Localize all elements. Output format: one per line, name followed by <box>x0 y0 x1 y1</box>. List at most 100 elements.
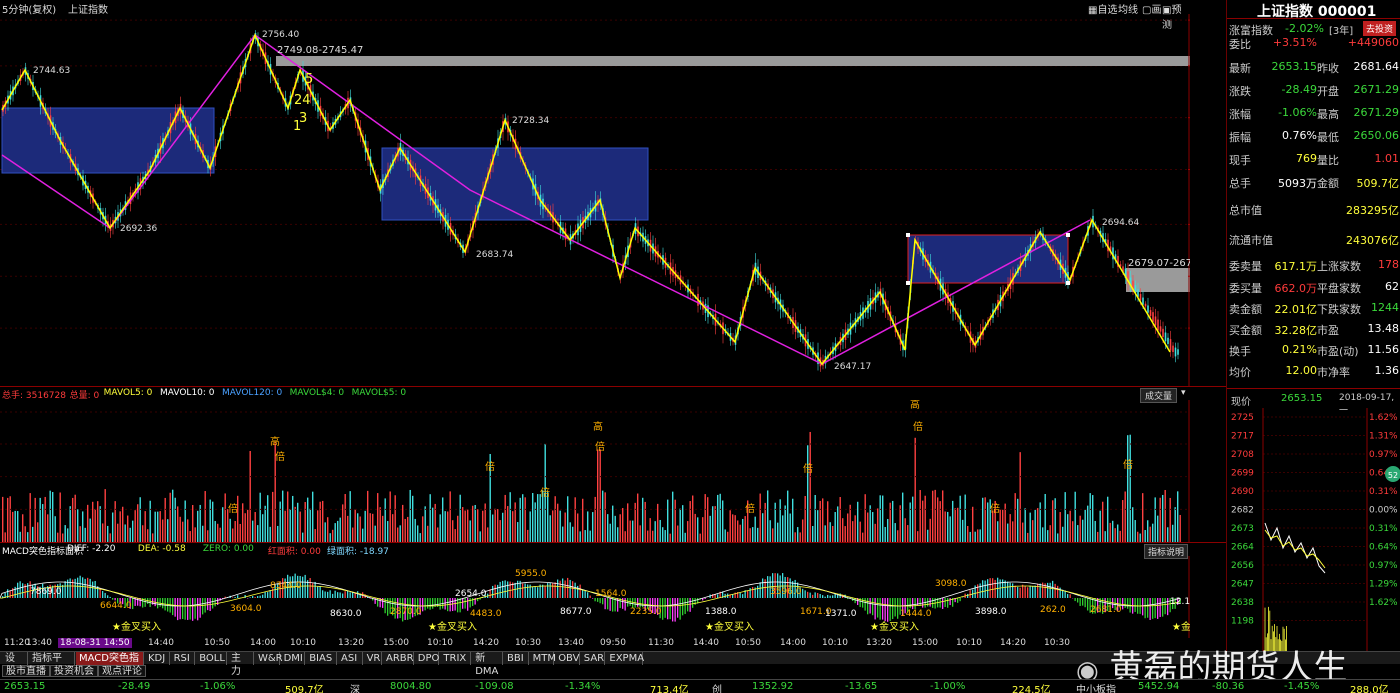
macd-chart[interactable]: 9.100.11 7869.06644.03604.08630.08344.02… <box>0 556 1190 638</box>
macd-bar <box>752 587 754 598</box>
macd-bar <box>817 592 819 598</box>
quote-row: 卖金额 22.01亿 下跌家数 1244 <box>1229 301 1400 319</box>
macd-bar <box>262 594 264 598</box>
tab-14[interactable]: DPO <box>415 652 439 665</box>
range-label-2: 2679.07-267 <box>1128 258 1190 269</box>
volume-bar <box>432 507 434 542</box>
volume-bar <box>494 508 496 542</box>
time-tick-label: 09:50 <box>600 638 626 648</box>
golden-cross-label: ★金叉买入 <box>428 620 477 633</box>
quote-value-2: 1.01 <box>1374 152 1400 165</box>
bottom-link[interactable]: 观点评论 <box>98 665 146 677</box>
tab-20[interactable]: SAR <box>581 652 606 665</box>
candle-body <box>1144 303 1147 307</box>
macd-bar <box>432 598 434 609</box>
tab-16[interactable]: 新DMA <box>472 652 503 677</box>
volume-legend-item: MAVOL120: 0 <box>222 388 283 398</box>
volume-bar <box>907 525 909 542</box>
tab-5[interactable]: RSI <box>171 652 196 665</box>
quote-value: 5093万 <box>1278 177 1317 190</box>
volume-tag: 倍 <box>540 486 550 499</box>
tab-4[interactable]: KDJ <box>145 652 170 665</box>
volume-bar <box>844 526 846 542</box>
volume-bar <box>427 525 429 542</box>
macd-bar <box>1067 593 1069 598</box>
volume-bar <box>992 510 994 542</box>
tab-13[interactable]: ARBR <box>383 652 414 665</box>
tab-17[interactable]: BBI <box>504 652 529 665</box>
tab-8[interactable]: W&R <box>255 652 283 665</box>
volume-bar <box>1017 498 1019 542</box>
volume-bar <box>584 530 586 542</box>
volume-bar <box>587 511 589 542</box>
price-chart[interactable]: 27602745272827112693267626592760 2749.08… <box>0 14 1190 386</box>
time-tick-label: 11:30 <box>648 638 674 648</box>
volume-bar <box>409 489 411 542</box>
tab-2[interactable]: 指标平台 <box>29 652 75 677</box>
tab-12[interactable]: VR <box>364 652 382 665</box>
macd-bar <box>674 598 676 622</box>
volume-bar <box>1027 532 1029 542</box>
macd-bar <box>499 581 501 598</box>
macd-bar <box>967 593 969 598</box>
volume-bar <box>1054 498 1056 542</box>
volume-bar <box>157 511 159 542</box>
volume-bar <box>809 431 811 542</box>
candle-body <box>1159 326 1162 332</box>
volume-bar <box>314 529 316 542</box>
tab-21[interactable]: EXPMA <box>606 652 644 665</box>
macd-bar <box>249 597 251 598</box>
volume-bar <box>334 523 336 542</box>
volume-bar <box>807 445 809 542</box>
macd-bar <box>162 598 164 609</box>
tab-19[interactable]: OBV <box>555 652 580 665</box>
bottom-link[interactable]: 投资机会 <box>50 665 98 677</box>
volume-bar <box>487 527 489 542</box>
tab-15[interactable]: TRIX <box>440 652 472 665</box>
invest-button[interactable]: 去投资 <box>1363 21 1397 36</box>
volume-bar <box>202 525 204 542</box>
macd-bar <box>92 581 94 598</box>
tab-3[interactable]: MACD突色指标面积 <box>76 652 144 677</box>
macd-bar <box>527 584 529 598</box>
volume-bar <box>662 527 664 542</box>
volume-tag: 倍 <box>228 502 238 515</box>
macd-bar <box>909 598 911 609</box>
volume-bar <box>657 503 659 542</box>
volume-bar <box>767 490 769 542</box>
time-tick-label: 14:00 <box>780 638 806 648</box>
macd-bar <box>424 598 426 611</box>
bottom-link[interactable]: 股市直播 <box>2 665 50 677</box>
tab-11[interactable]: ASI <box>338 652 363 665</box>
tab-9[interactable]: DMI <box>281 652 306 665</box>
macd-bar <box>689 598 691 612</box>
volume-bar <box>692 495 694 542</box>
volume-chart[interactable]: 1108835557278 高倍倍倍倍高倍倍倍高倍倍倍 <box>0 400 1190 542</box>
volume-bar <box>624 531 626 542</box>
chevron-down-icon[interactable]: ▾ <box>1181 388 1186 398</box>
tab-1[interactable]: 设置 <box>2 652 28 677</box>
volume-bar <box>709 515 711 542</box>
volume-bar <box>614 515 616 542</box>
volume-bar <box>159 511 161 542</box>
volume-bar <box>1107 496 1109 542</box>
tab-10[interactable]: BIAS <box>306 652 337 665</box>
macd-bar <box>254 596 256 598</box>
macd-bar <box>542 584 544 598</box>
tab-18[interactable]: MTM <box>530 652 556 665</box>
macd-bar <box>604 598 606 610</box>
volume-bar <box>577 513 579 542</box>
macd-bar <box>579 584 581 598</box>
volume-bar <box>304 502 306 542</box>
volume-bar <box>629 520 631 542</box>
volume-bar <box>1152 523 1154 542</box>
volume-bar <box>847 513 849 542</box>
volume-bar <box>194 527 196 542</box>
macd-bar <box>974 585 976 598</box>
tab-6[interactable]: BOLL <box>196 652 227 665</box>
tab-7[interactable]: 主力 <box>228 652 254 677</box>
volume-bar <box>729 510 731 542</box>
volume-tag: 高 <box>593 420 603 433</box>
macd-bar <box>329 590 331 598</box>
volume-bar <box>27 532 29 542</box>
